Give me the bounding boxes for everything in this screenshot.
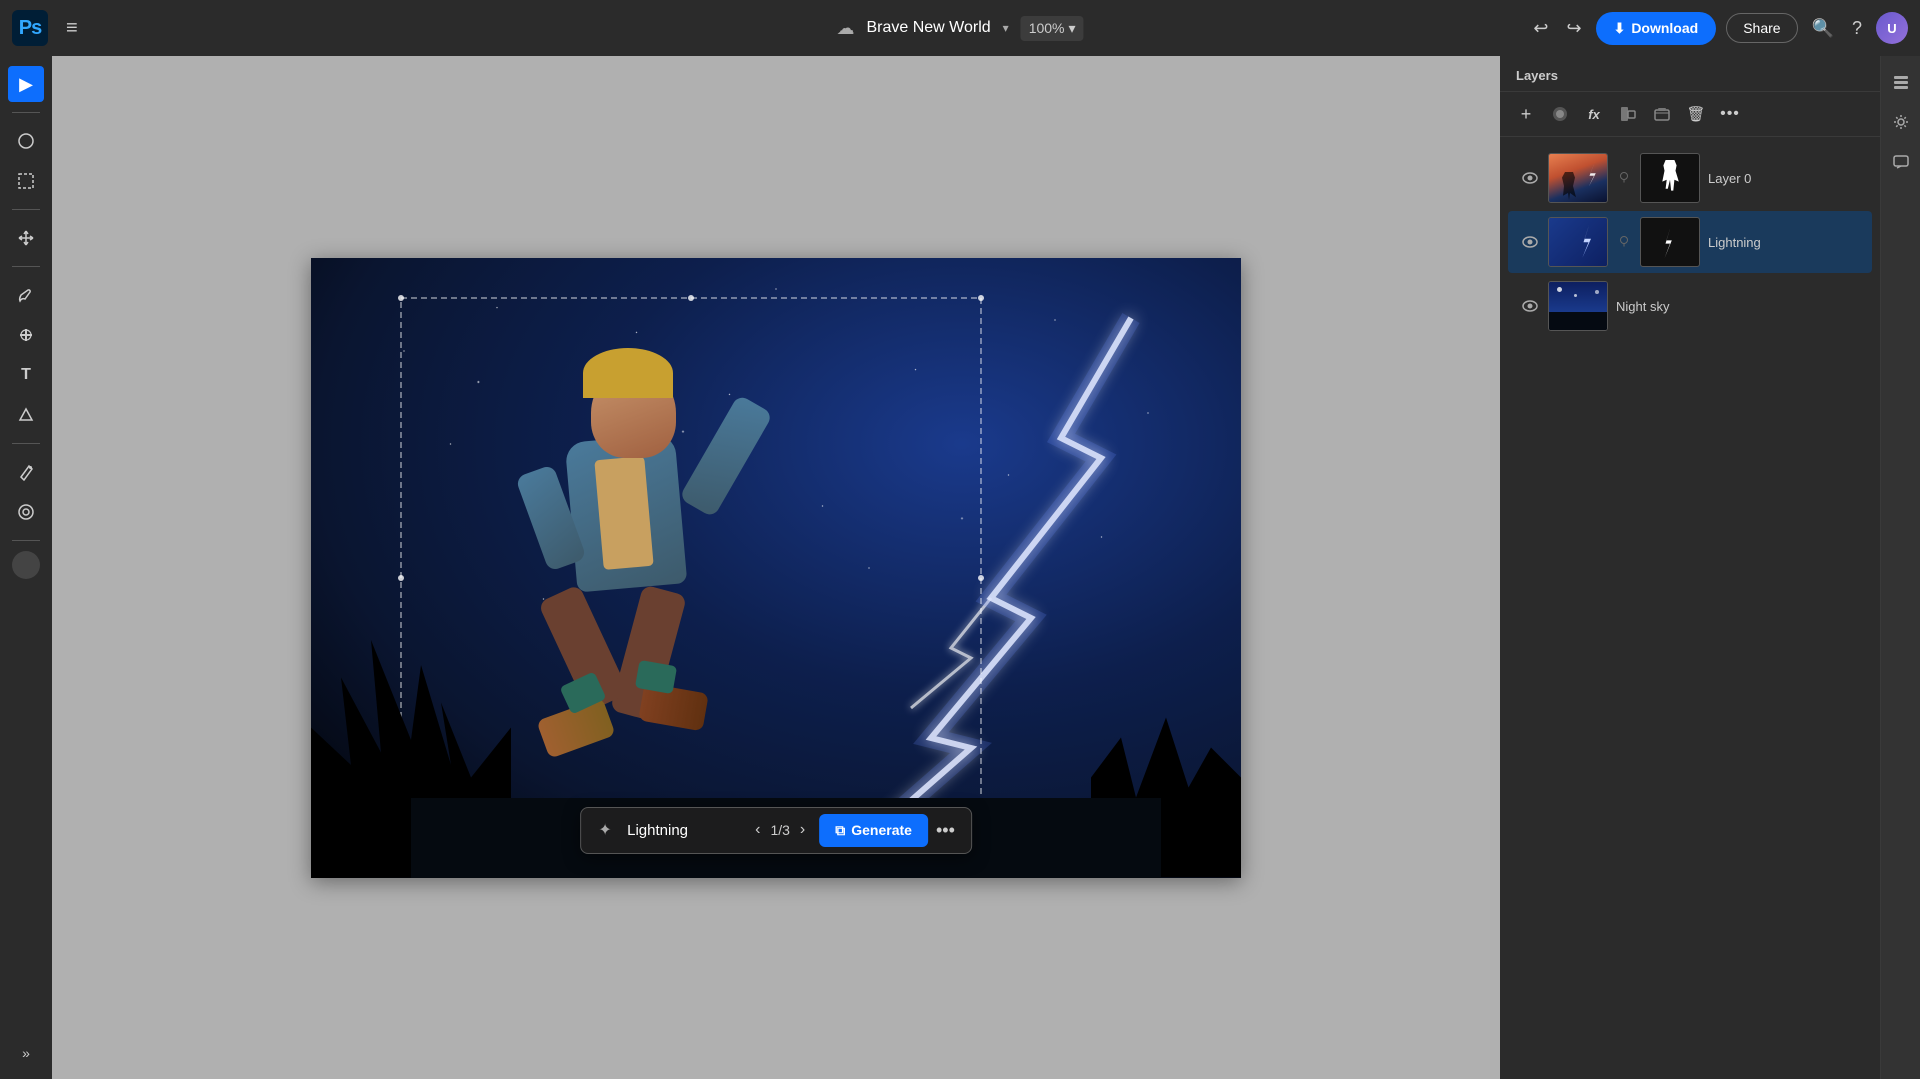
- right-panel-comment-icon[interactable]: [1885, 146, 1917, 178]
- mask-button[interactable]: [1546, 100, 1574, 128]
- delete-layer-button[interactable]: 🗑: [1682, 100, 1710, 128]
- pen-tool-button[interactable]: [8, 454, 44, 490]
- adjustment-button[interactable]: [1614, 100, 1642, 128]
- layer-row-nightsky[interactable]: Night sky: [1508, 275, 1872, 337]
- generate-input[interactable]: [621, 818, 741, 843]
- redo-icon[interactable]: ↪: [1562, 14, 1585, 43]
- toolbar-separator-5: [12, 540, 40, 541]
- layers-list: Layer 0: [1500, 137, 1880, 1079]
- doc-title-chevron-icon[interactable]: ▾: [1003, 21, 1009, 35]
- eyedropper-tool-button[interactable]: [8, 494, 44, 530]
- gen-sparkle-icon: ✦: [589, 814, 621, 846]
- layers-panel-title: Layers: [1500, 56, 1880, 92]
- document-title: Brave New World: [866, 19, 990, 37]
- right-panel-layers-icon[interactable]: [1885, 66, 1917, 98]
- right-panel: Layers + fx 🗑 •••: [1500, 56, 1920, 1079]
- gen-page-indicator: 1/3: [770, 822, 789, 838]
- nightsky-layer-thumbnail: [1548, 281, 1608, 331]
- toolbar-separator-4: [12, 443, 40, 444]
- text-tool-button[interactable]: T: [8, 357, 44, 393]
- hamburger-menu-icon[interactable]: ≡: [58, 13, 86, 44]
- main-area: ▶ T »: [0, 56, 1920, 1079]
- topbar: Ps ≡ ☁ Brave New World ▾ 100% ▾ ↩ ↪ ⬇ Do…: [0, 0, 1920, 56]
- nightsky-layer-name: Night sky: [1616, 299, 1860, 314]
- fx-button[interactable]: fx: [1580, 100, 1608, 128]
- right-side-icons: [1880, 56, 1920, 1079]
- ps-logo: Ps: [12, 10, 48, 46]
- share-button[interactable]: Share: [1726, 13, 1797, 43]
- gen-prev-button[interactable]: ‹: [751, 819, 764, 841]
- move-tool-button[interactable]: [8, 220, 44, 256]
- lightning-layer-link-icon: [1616, 235, 1632, 250]
- lightning-layer-mask-thumbnail: [1640, 217, 1700, 267]
- cloud-icon: ☁: [836, 18, 854, 39]
- help-icon[interactable]: ?: [1848, 14, 1866, 43]
- topbar-center: ☁ Brave New World ▾ 100% ▾: [836, 16, 1083, 41]
- layers-panel: Layers + fx 🗑 •••: [1500, 56, 1880, 1079]
- brush-tool-button[interactable]: [8, 277, 44, 313]
- toolbar-separator: [12, 112, 40, 113]
- gen-next-button[interactable]: ›: [796, 819, 809, 841]
- gen-navigation: ‹ 1/3 ›: [741, 819, 819, 841]
- generate-button[interactable]: ⧉ Generate: [819, 814, 928, 847]
- layer-0-mask-thumbnail: [1640, 153, 1700, 203]
- canvas-area[interactable]: ✦ ‹ 1/3 › ⧉ Generate •••: [52, 56, 1500, 1079]
- group-button[interactable]: [1648, 100, 1676, 128]
- nightsky-layer-visibility-icon[interactable]: [1520, 296, 1540, 316]
- zoom-selector[interactable]: 100% ▾: [1021, 16, 1084, 41]
- generate-btn-icon: ⧉: [835, 822, 845, 839]
- layer-row-lightning[interactable]: Lightning: [1508, 211, 1872, 273]
- generate-toolbar: ✦ ‹ 1/3 › ⧉ Generate •••: [580, 807, 972, 854]
- layer-0-thumbnail: [1548, 153, 1608, 203]
- layer-0-visibility-icon[interactable]: [1520, 168, 1540, 188]
- lightning-layer-thumbnail: [1548, 217, 1608, 267]
- layers-more-button[interactable]: •••: [1716, 100, 1744, 128]
- shape-tool-button[interactable]: [8, 397, 44, 433]
- lightning-layer-name: Lightning: [1708, 235, 1860, 250]
- layer-0-link-icon: [1616, 171, 1632, 186]
- toolbar-separator-3: [12, 266, 40, 267]
- toolbar-expand[interactable]: »: [14, 1037, 38, 1069]
- layer-row-0[interactable]: Layer 0: [1508, 147, 1872, 209]
- lightning-layer-visibility-icon[interactable]: [1520, 232, 1540, 252]
- marquee-tool-button[interactable]: [8, 163, 44, 199]
- gen-more-button[interactable]: •••: [928, 816, 963, 845]
- layers-toolbar: + fx 🗑 •••: [1500, 92, 1880, 137]
- toolbar-separator-2: [12, 209, 40, 210]
- foreground-color-btn[interactable]: [12, 551, 40, 579]
- canvas: ✦ ‹ 1/3 › ⧉ Generate •••: [311, 258, 1241, 878]
- select-tool-button[interactable]: ▶: [8, 66, 44, 102]
- search-icon[interactable]: 🔍: [1808, 14, 1838, 43]
- right-panel-adjust-icon[interactable]: [1885, 106, 1917, 138]
- download-icon: ⬇: [1614, 20, 1626, 37]
- lasso-tool-button[interactable]: [8, 123, 44, 159]
- layer-0-name: Layer 0: [1708, 171, 1860, 186]
- user-avatar[interactable]: U: [1876, 12, 1908, 44]
- topbar-right: ↩ ↪ ⬇ Download Share 🔍 ? U: [1529, 12, 1908, 45]
- undo-icon[interactable]: ↩: [1529, 14, 1552, 43]
- heal-tool-button[interactable]: [8, 317, 44, 353]
- add-layer-button[interactable]: +: [1512, 100, 1540, 128]
- download-button[interactable]: ⬇ Download: [1596, 12, 1717, 45]
- left-toolbar: ▶ T »: [0, 56, 52, 1079]
